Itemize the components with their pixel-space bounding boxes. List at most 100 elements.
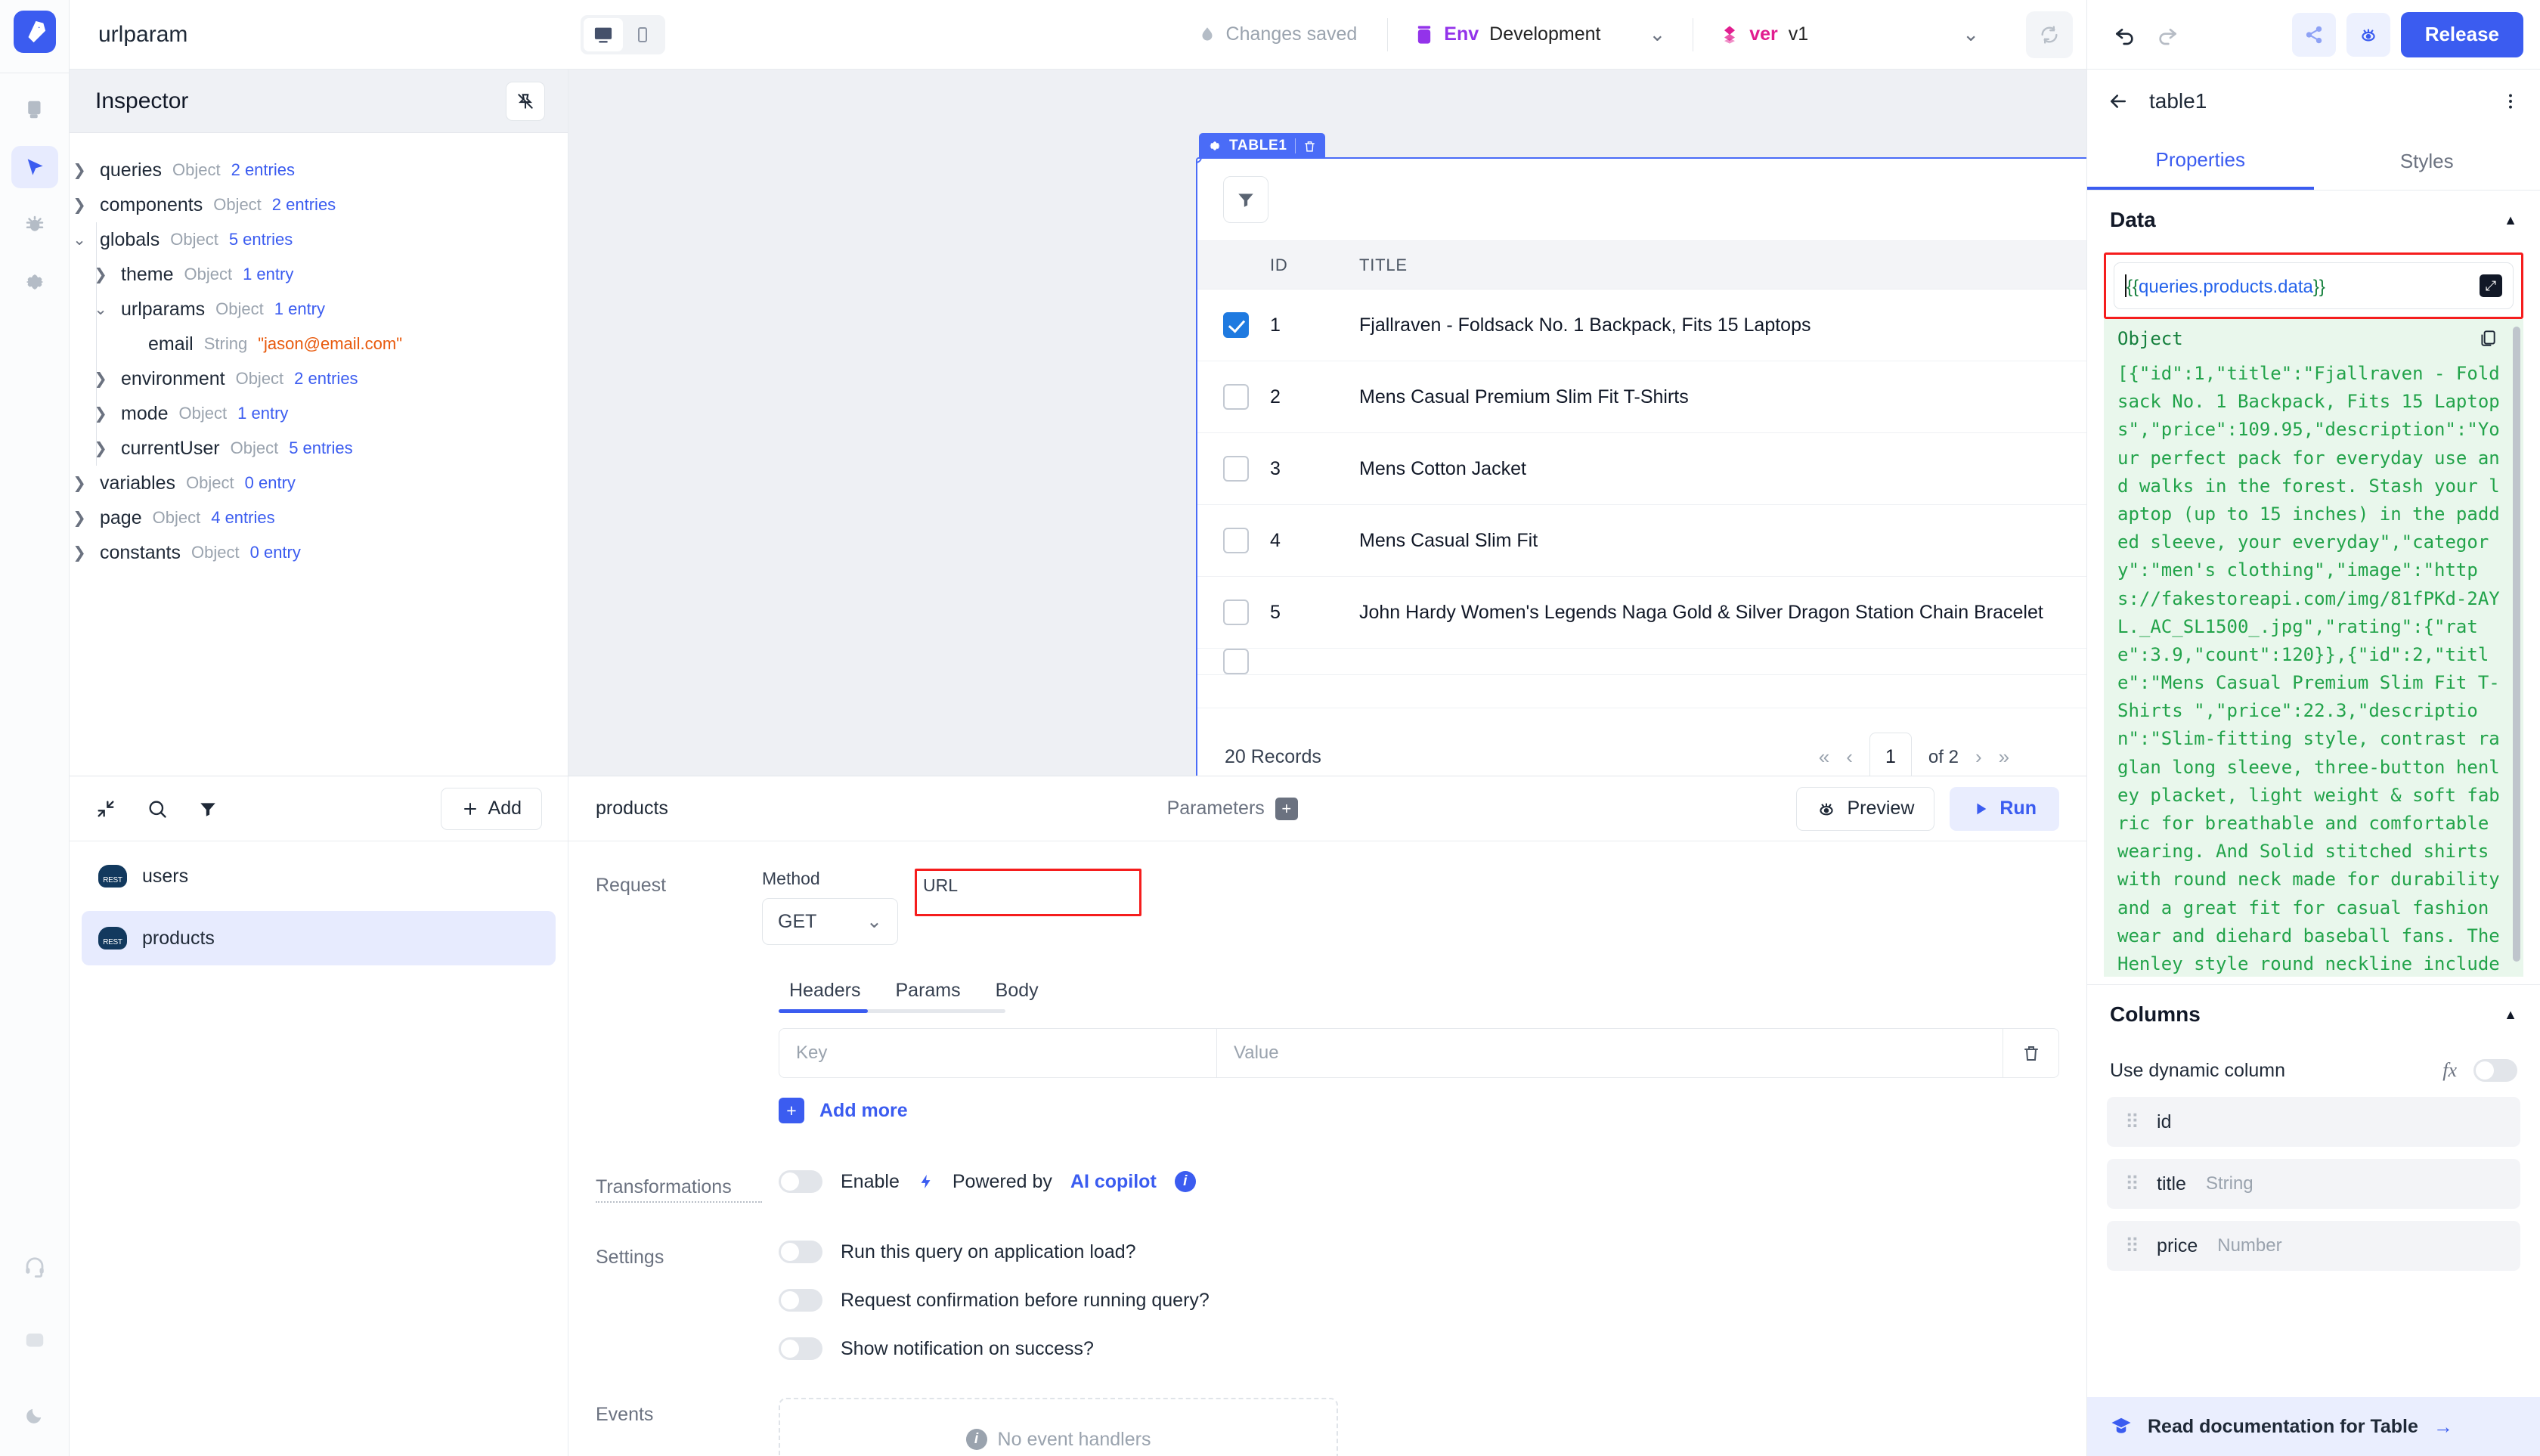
- more-options-icon[interactable]: [2501, 91, 2520, 111]
- tree-node-constants[interactable]: ❯ constants Object 0 entry: [70, 535, 568, 570]
- search-icon[interactable]: [147, 798, 168, 819]
- sidebar-item-debugger[interactable]: [11, 203, 58, 246]
- tree-node-mode[interactable]: ❯ mode Object 1 entry: [70, 396, 568, 431]
- table-row[interactable]: 4 Mens Casual Slim Fit 15.99 men's cloth…: [1197, 505, 2086, 577]
- tree-node-environment[interactable]: ❯ environment Object 2 entries: [70, 361, 568, 396]
- ai-copilot-link[interactable]: AI copilot: [1070, 1171, 1157, 1193]
- version-selector[interactable]: ver v1 ⌄: [1693, 23, 2006, 46]
- header-key-input[interactable]: Key: [779, 1028, 1217, 1078]
- tree-node-email[interactable]: email String "jason@email.com": [70, 327, 568, 361]
- sidebar-item-inspector[interactable]: [11, 146, 58, 188]
- preview-app-button[interactable]: [2346, 13, 2390, 57]
- show-notification-toggle[interactable]: [779, 1337, 822, 1360]
- columns-section-header[interactable]: Columns ▲: [2087, 985, 2540, 1044]
- table-widget[interactable]: Search ID TITLE PRICE CATEGORY: [1196, 157, 2086, 776]
- desktop-view-button[interactable]: [584, 18, 623, 51]
- drag-handle-icon[interactable]: ⠿: [2125, 1173, 2137, 1196]
- comments-icon[interactable]: [11, 1320, 58, 1362]
- row-checkbox[interactable]: [1223, 312, 1249, 338]
- environment-selector[interactable]: Env Development ⌄: [1388, 23, 1693, 46]
- request-confirmation-toggle[interactable]: [779, 1289, 822, 1312]
- column-item-id[interactable]: ⠿ id: [2107, 1097, 2520, 1147]
- tab-body[interactable]: Body: [985, 972, 1049, 1009]
- redo-icon[interactable]: [2146, 14, 2188, 56]
- use-dynamic-column-toggle[interactable]: [2473, 1059, 2517, 1082]
- tab-params[interactable]: Params: [885, 972, 971, 1009]
- delete-header-icon[interactable]: [2003, 1028, 2059, 1078]
- column-item-price[interactable]: ⠿ price Number: [2107, 1221, 2520, 1271]
- query-item-users[interactable]: REST users: [82, 849, 556, 903]
- collapse-icon[interactable]: [95, 798, 116, 819]
- query-item-products[interactable]: REST products: [82, 911, 556, 965]
- tree-node-currentuser[interactable]: ❯ currentUser Object 5 entries: [70, 431, 568, 466]
- query-name[interactable]: products: [596, 798, 668, 819]
- back-arrow-icon[interactable]: [2107, 90, 2130, 113]
- preview-button[interactable]: Preview: [1796, 787, 1934, 831]
- row-checkbox[interactable]: [1223, 649, 1249, 674]
- table-row[interactable]: 1 Fjallraven - Foldsack No. 1 Backpack, …: [1197, 290, 2086, 361]
- table-row[interactable]: 3 Mens Cotton Jacket 55.99 men's clothin…: [1197, 433, 2086, 505]
- method-select[interactable]: GET ⌄: [762, 898, 898, 945]
- release-button[interactable]: Release: [2401, 12, 2523, 57]
- caret-up-icon[interactable]: ▲: [2504, 1007, 2517, 1023]
- filter-button[interactable]: [1223, 176, 1268, 223]
- tree-node-variables[interactable]: ❯ variables Object 0 entry: [70, 466, 568, 500]
- tab-styles[interactable]: Styles: [2314, 133, 2540, 190]
- column-header-id[interactable]: ID: [1270, 241, 1359, 290]
- json-scrollbar[interactable]: [2513, 327, 2520, 962]
- filter-icon[interactable]: [198, 799, 218, 819]
- sidebar-item-settings[interactable]: [11, 261, 58, 303]
- table-row[interactable]: 2 Mens Casual Premium Slim Fit T-Shirts …: [1197, 361, 2086, 433]
- app-logo-icon[interactable]: [14, 11, 56, 53]
- run-on-load-toggle[interactable]: [779, 1241, 822, 1263]
- tree-node-urlparams[interactable]: ⌄ urlparams Object 1 entry: [70, 292, 568, 327]
- tree-node-queries[interactable]: ❯ queries Object 2 entries: [70, 153, 568, 187]
- no-event-handlers-box[interactable]: i No event handlers: [779, 1398, 1338, 1456]
- support-icon[interactable]: [11, 1246, 58, 1288]
- info-icon[interactable]: i: [1175, 1171, 1196, 1192]
- parameters-control[interactable]: Parameters +: [1167, 798, 1298, 820]
- next-page-button[interactable]: ›: [1975, 745, 1982, 769]
- table-row-partial[interactable]: [1197, 649, 2086, 675]
- mobile-view-button[interactable]: [623, 18, 662, 51]
- caret-up-icon[interactable]: ▲: [2504, 212, 2517, 228]
- column-item-title[interactable]: ⠿ title String: [2107, 1159, 2520, 1209]
- version-chevron-down-icon[interactable]: ⌄: [1962, 23, 1979, 46]
- row-checkbox[interactable]: [1223, 384, 1249, 410]
- tree-node-page[interactable]: ❯ page Object 4 entries: [70, 500, 568, 535]
- header-value-input[interactable]: Value: [1217, 1028, 2003, 1078]
- add-query-button[interactable]: Add: [441, 788, 542, 830]
- page-number-input[interactable]: 1: [1869, 733, 1912, 776]
- delete-widget-icon[interactable]: [1303, 140, 1316, 153]
- last-page-button[interactable]: »: [1999, 745, 2009, 769]
- chevron-down-icon[interactable]: ⌄: [1649, 23, 1665, 46]
- run-button[interactable]: Run: [1950, 787, 2059, 831]
- expand-editor-icon[interactable]: ⤢: [2480, 274, 2502, 297]
- row-checkbox[interactable]: [1223, 456, 1249, 482]
- tab-headers[interactable]: Headers: [779, 972, 872, 1009]
- table-row[interactable]: 5 John Hardy Women's Legends Naga Gold &…: [1197, 577, 2086, 649]
- drag-handle-icon[interactable]: ⠿: [2125, 1235, 2137, 1258]
- dark-mode-icon[interactable]: [11, 1394, 58, 1436]
- add-more-button[interactable]: + Add more: [779, 1098, 2059, 1123]
- sidebar-item-pages[interactable]: [11, 88, 58, 131]
- share-button[interactable]: [2292, 13, 2336, 57]
- transformations-toggle[interactable]: [779, 1170, 822, 1193]
- widget-badge[interactable]: TABLE1: [1199, 133, 1325, 159]
- documentation-link[interactable]: Read documentation for Table →: [2087, 1397, 2540, 1456]
- first-page-button[interactable]: «: [1819, 745, 1829, 769]
- tree-node-globals[interactable]: ⌄ globals Object 5 entries: [70, 222, 568, 257]
- refresh-button[interactable]: [2026, 11, 2073, 58]
- undo-icon[interactable]: [2104, 14, 2146, 56]
- row-checkbox[interactable]: [1223, 528, 1249, 553]
- prev-page-button[interactable]: ‹: [1846, 745, 1853, 769]
- fx-icon[interactable]: fx: [2442, 1059, 2457, 1082]
- add-parameter-icon[interactable]: +: [1275, 798, 1298, 820]
- column-header-title[interactable]: TITLE: [1359, 241, 2086, 290]
- tab-properties[interactable]: Properties: [2087, 133, 2314, 190]
- data-expression-input[interactable]: {{queries.products.data}} ⤢: [2114, 262, 2514, 309]
- row-checkbox[interactable]: [1223, 599, 1249, 625]
- drag-handle-icon[interactable]: ⠿: [2125, 1111, 2137, 1134]
- tree-node-theme[interactable]: ❯ theme Object 1 entry: [70, 257, 568, 292]
- tree-node-components[interactable]: ❯ components Object 2 entries: [70, 187, 568, 222]
